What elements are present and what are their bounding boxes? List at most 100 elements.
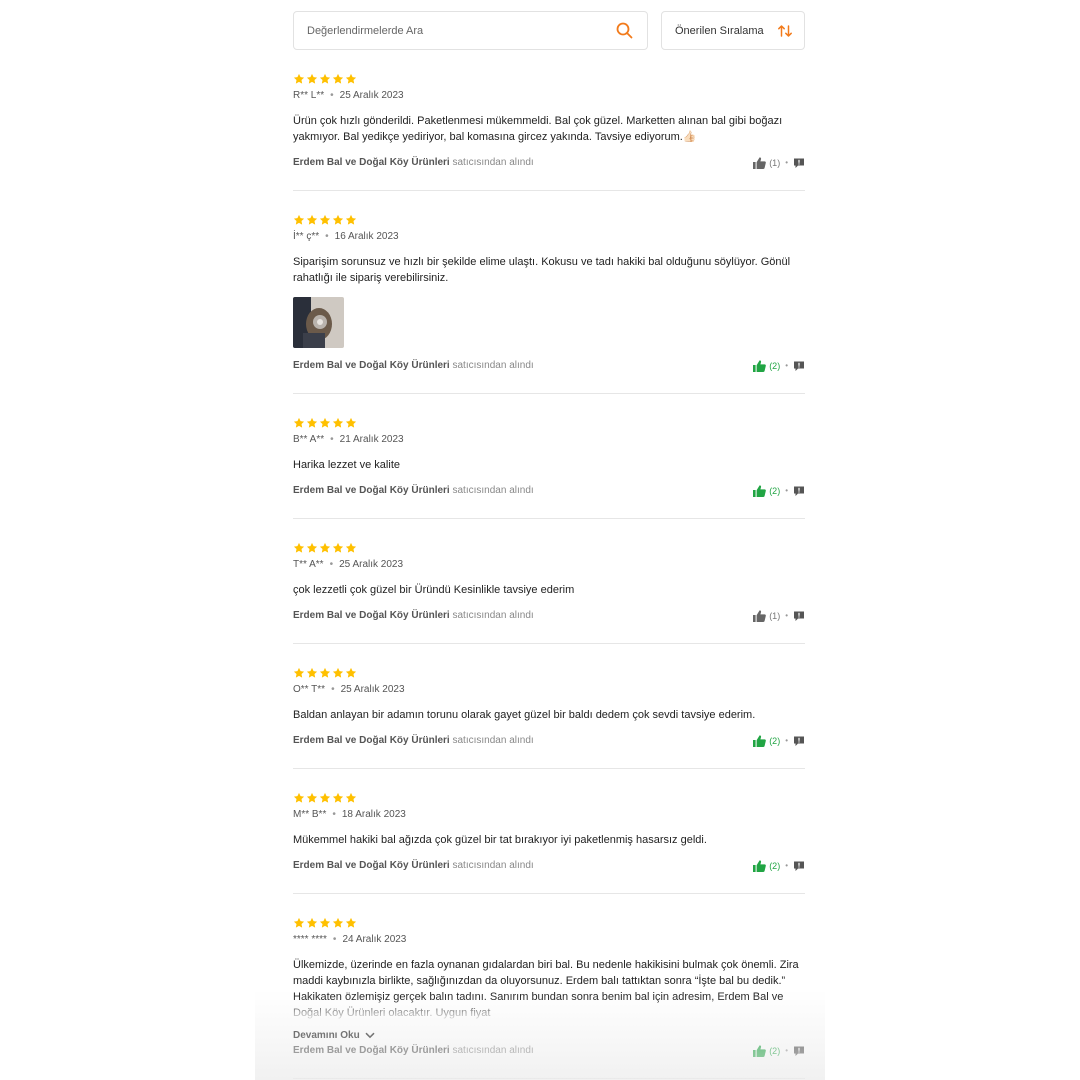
like-count: (1) [769,157,781,168]
review-meta: O** T** • 25 Aralık 2023 [293,683,805,696]
review-photo-thumbnail[interactable] [293,297,344,348]
star-icon [332,666,344,678]
meta-separator: • [330,90,334,101]
seller-name[interactable]: Erdem Bal ve Doğal Köy Ürünleri [293,860,450,871]
meta-separator: • [329,559,334,570]
review-actions: (2) • [753,484,805,497]
star-icon [345,213,357,225]
star-icon [306,666,318,678]
star-icon [332,72,344,84]
reviews-container: Değerlendirmelerde Ara Önerilen Sıralama… [293,11,805,1080]
rating-stars [293,416,805,428]
thumbs-up-icon[interactable] [753,1044,767,1057]
seller-name[interactable]: Erdem Bal ve Doğal Köy Ürünleri [293,1045,450,1056]
report-icon[interactable] [793,610,805,622]
seller-suffix: satıcısından alındı [452,610,534,621]
review-meta: M** B** • 18 Aralık 2023 [293,808,805,821]
review-item: T** A** • 25 Aralık 2023 çok lezzetli çok g… [293,519,805,644]
star-icon [345,72,357,84]
read-more-label: Devamını Oku [293,1030,360,1041]
seller-suffix: satıcısından alındı [452,735,534,746]
review-actions: (1) • [753,609,805,622]
star-icon [306,791,318,803]
reviewer-name: İ** ç** [293,231,320,242]
seller-info: Erdem Bal ve Doğal Köy Ürünleri satıcısı… [293,610,534,621]
seller-name[interactable]: Erdem Bal ve Doğal Köy Ürünleri [293,157,450,168]
meta-separator: • [331,684,335,695]
review-item: **** **** • 24 Aralık 2023 Ülkemizde, üzeri… [293,894,805,1079]
meta-separator: • [332,934,337,945]
review-actions: (1) • [753,156,805,169]
seller-suffix: satıcısından alındı [452,485,534,496]
review-footer: Erdem Bal ve Doğal Köy Ürünleri satıcısı… [293,859,805,872]
thumbs-up-icon[interactable] [753,156,767,169]
review-meta: **** **** • 24 Aralık 2023 [293,933,805,946]
review-meta: T** A** • 25 Aralık 2023 [293,558,805,571]
review-list: R** L** • 25 Aralık 2023 Ürün çok hızlı gön… [293,50,805,1080]
star-icon [345,916,357,928]
rating-stars [293,213,805,225]
star-icon [332,791,344,803]
seller-name[interactable]: Erdem Bal ve Doğal Köy Ürünleri [293,610,450,621]
review-date: 21 Aralık 2023 [339,434,404,445]
report-icon[interactable] [793,360,805,372]
report-icon[interactable] [793,485,805,497]
review-date: 25 Aralık 2023 [339,90,404,101]
search-input[interactable]: Değerlendirmelerde Ara [293,11,648,50]
thumbs-up-icon[interactable] [753,734,767,747]
review-footer: Erdem Bal ve Doğal Köy Ürünleri satıcısı… [293,156,805,169]
thumbs-up-icon[interactable] [753,859,767,872]
star-icon [319,666,331,678]
star-icon [306,541,318,553]
seller-name[interactable]: Erdem Bal ve Doğal Köy Ürünleri [293,485,450,496]
sort-label: Önerilen Sıralama [675,24,764,37]
thumbs-up-icon[interactable] [753,609,767,622]
seller-name[interactable]: Erdem Bal ve Doğal Köy Ürünleri [293,735,450,746]
star-icon [293,72,305,84]
star-icon [293,791,305,803]
star-icon [319,541,331,553]
star-icon [332,916,344,928]
seller-suffix: satıcısından alındı [452,157,534,168]
sort-dropdown[interactable]: Önerilen Sıralama [661,11,805,50]
seller-name[interactable]: Erdem Bal ve Doğal Köy Ürünleri [293,360,450,371]
review-meta: R** L** • 25 Aralık 2023 [293,89,805,102]
rating-stars [293,916,805,928]
review-footer: Erdem Bal ve Doğal Köy Ürünleri satıcısı… [293,1044,805,1057]
review-comment: Siparişim sorunsuz ve hızlı bir şekilde … [293,256,791,284]
seller-suffix: satıcısından alındı [452,860,534,871]
like-count: (2) [769,485,781,496]
actions-separator: • [785,158,788,167]
seller-suffix: satıcısından alındı [452,1045,534,1056]
review-date: 25 Aralık 2023 [339,559,404,570]
star-icon [332,213,344,225]
star-icon [293,416,305,428]
actions-separator: • [785,861,788,870]
search-icon[interactable] [616,22,633,39]
review-comment: Mükemmel hakiki bal ağızda çok güzel bir… [293,834,707,846]
review-actions: (2) • [753,1044,805,1057]
report-icon[interactable] [793,860,805,872]
actions-separator: • [785,736,788,745]
star-icon [319,72,331,84]
review-comment: Ülkemizde, üzerinde en fazla oynanan gıd… [293,957,805,1021]
reviewer-name: R** L** [293,90,325,101]
thumbs-up-icon[interactable] [753,359,767,372]
reviews-page: Değerlendirmelerde Ara Önerilen Sıralama… [255,0,825,1080]
read-more-button[interactable]: Devamını Oku [293,1029,805,1042]
review-date: 16 Aralık 2023 [334,231,399,242]
review-item: O** T** • 25 Aralık 2023 Baldan anlayan bir… [293,644,805,769]
thumbs-up-icon[interactable] [753,484,767,497]
like-count: (2) [769,860,781,871]
star-icon [293,213,305,225]
chevron-down-icon [365,1032,375,1039]
like-count: (1) [769,610,781,621]
seller-info: Erdem Bal ve Doğal Köy Ürünleri satıcısı… [293,485,534,496]
star-icon [319,916,331,928]
review-comment: Baldan anlayan bir adamın torunu olarak … [293,709,756,721]
report-icon[interactable] [793,735,805,747]
review-item: İ** ç** • 16 Aralık 2023 Siparişim sorunsuz… [293,191,805,394]
seller-info: Erdem Bal ve Doğal Köy Ürünleri satıcısı… [293,1045,534,1056]
report-icon[interactable] [793,1045,805,1057]
report-icon[interactable] [793,157,805,169]
